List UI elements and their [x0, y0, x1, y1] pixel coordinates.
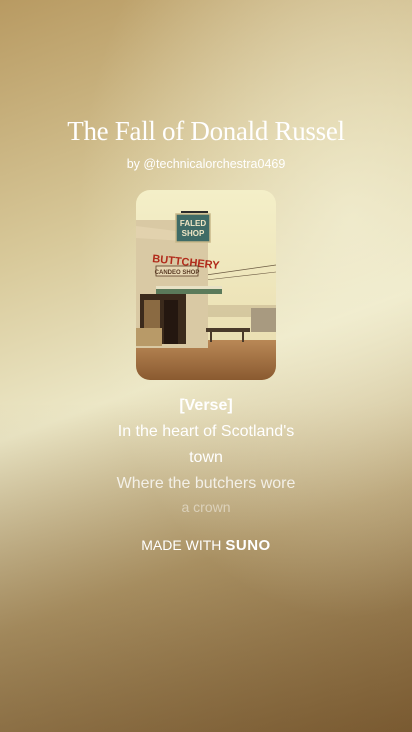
cover-art: FALED SHOP BUTTCHERY CANDEO SHOP — [136, 190, 276, 380]
sign-bottom-text: SHOP — [182, 229, 205, 238]
lyric-line: Where the butchers wore — [116, 475, 296, 492]
song-title: The Fall of Donald Russel — [67, 116, 345, 146]
made-with-label: MADE WITH — [141, 537, 222, 553]
sign-top-text: FALED — [180, 219, 206, 228]
made-with-suno-link[interactable]: MADE WITH SUNO — [0, 537, 412, 554]
shop-sub-text: CANDEO SHOP — [155, 270, 200, 276]
lyric-line: a crown — [181, 499, 231, 515]
lyric-line: town — [189, 449, 223, 466]
artist-byline[interactable]: by @technicalorchestra0469 — [0, 157, 412, 171]
suno-logo: SUNO — [225, 537, 271, 554]
lyric-line: In the heart of Scotland's — [117, 423, 295, 440]
lyrics-section-label: [Verse] — [179, 397, 233, 414]
